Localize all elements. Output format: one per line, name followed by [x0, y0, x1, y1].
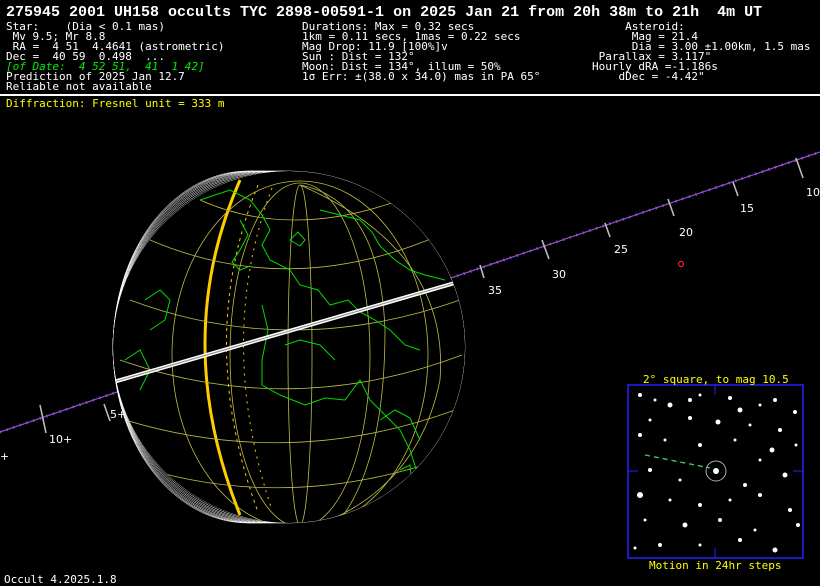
track-label: 15 — [740, 202, 754, 215]
track-label: 5+ — [110, 408, 126, 421]
track-label: 20 — [679, 226, 693, 239]
track-label: 35 — [488, 284, 502, 297]
track-label: 10 — [806, 186, 820, 199]
track-label: 30 — [552, 268, 566, 281]
inset-title: 2° square, to mag 10.5 — [643, 373, 789, 386]
track-label: + — [0, 450, 9, 463]
version-footer: Occult 4.2025.1.8 — [4, 573, 117, 586]
track-label: 25 — [614, 243, 628, 256]
asteroid-marker — [677, 260, 685, 268]
track-label: 10+ — [49, 433, 72, 446]
star-chart-inset — [627, 384, 804, 559]
occultation-diagram: 10 15 20 25 30 35 5+ 10+ + — [0, 150, 820, 559]
inset-caption: Motion in 24hr steps — [649, 559, 782, 572]
